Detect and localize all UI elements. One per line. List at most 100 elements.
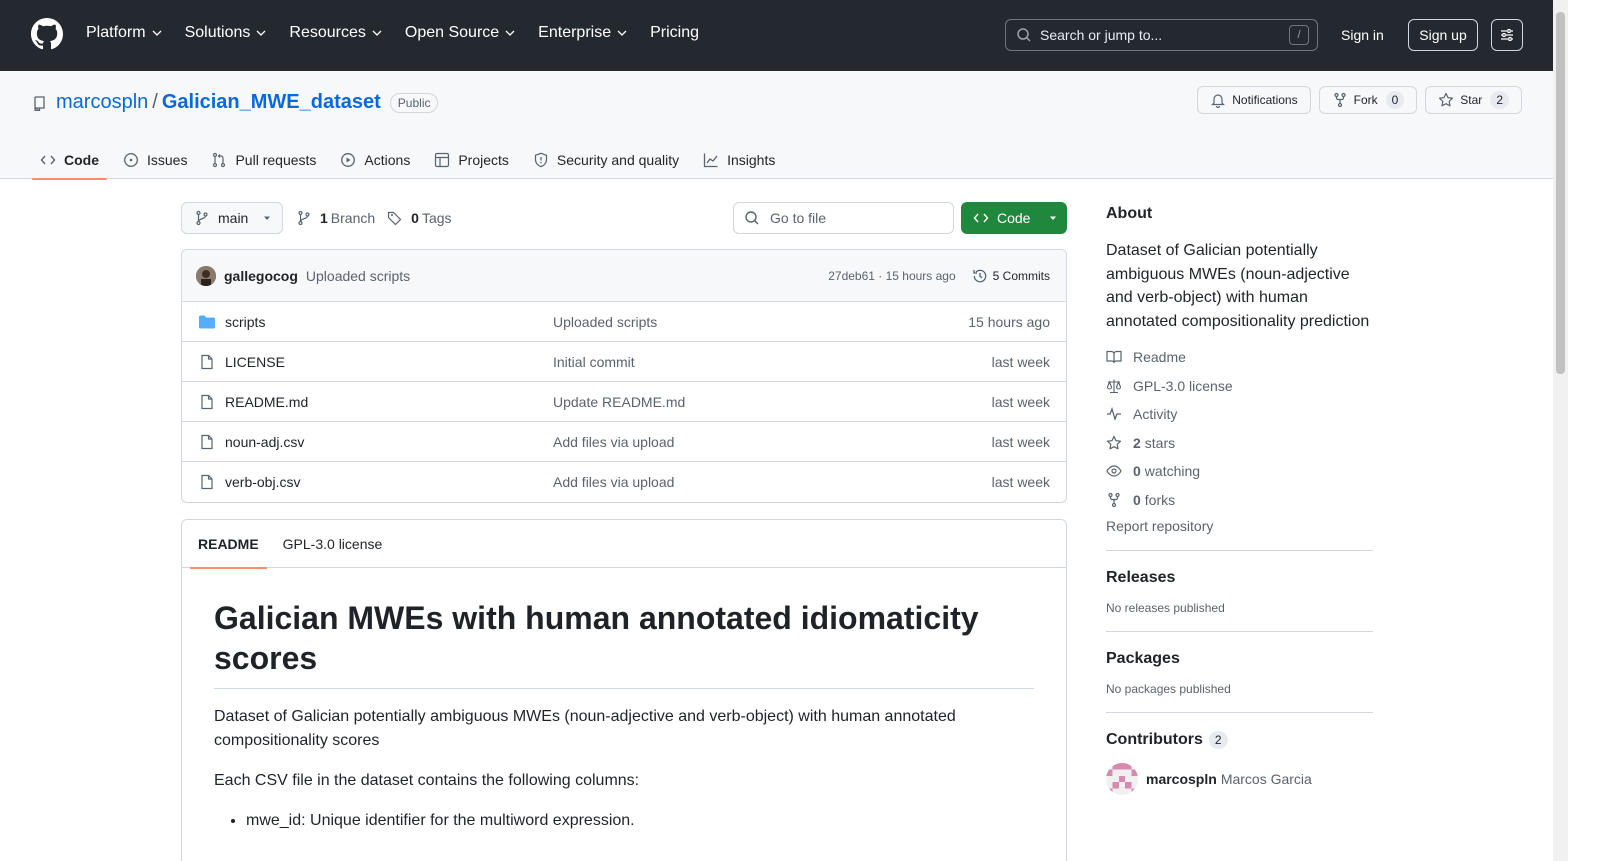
readme-panel: README GPL-3.0 license Galician MWEs wit… (181, 519, 1067, 861)
file-name-link[interactable]: README.md (225, 394, 553, 410)
nav-pricing[interactable]: Pricing (650, 24, 699, 42)
search-icon (745, 211, 759, 225)
file-commit-message[interactable]: Add files via upload (553, 474, 992, 490)
file-commit-message[interactable]: Initial commit (553, 354, 992, 370)
table-row[interactable]: scripts Uploaded scripts 15 hours ago (182, 302, 1066, 342)
nav-solutions[interactable]: Solutions (185, 24, 268, 42)
scrollbar-thumb[interactable] (1556, 12, 1565, 374)
readme-link-label: Readme (1133, 349, 1186, 366)
contributors-title[interactable]: Contributors (1106, 731, 1203, 749)
tab-readme[interactable]: README (190, 520, 267, 569)
nav-platform[interactable]: Platform (86, 24, 163, 42)
stars-link[interactable]: 2 stars (1106, 429, 1373, 458)
releases-section: Releases No releases published (1106, 550, 1373, 615)
chevron-down-icon (372, 30, 382, 36)
commit-message-link[interactable]: Uploaded scripts (306, 268, 828, 284)
history-icon (973, 269, 986, 282)
nav-open-source[interactable]: Open Source (405, 24, 516, 42)
bell-icon (1211, 94, 1226, 108)
nav-resources[interactable]: Resources (289, 24, 382, 42)
commits-history-link[interactable]: 5 Commits (972, 268, 1050, 284)
tab-projects[interactable]: Projects (426, 141, 517, 179)
file-name-link[interactable]: scripts (225, 314, 553, 330)
releases-title[interactable]: Releases (1106, 569, 1373, 587)
report-repository-link[interactable]: Report repository (1106, 518, 1373, 534)
tab-code[interactable]: Code (32, 141, 107, 180)
go-to-file-input[interactable]: Go to file (733, 202, 954, 234)
file-commit-message[interactable]: Add files via upload (553, 434, 992, 450)
license-link[interactable]: GPL-3.0 license (1106, 372, 1373, 401)
file-commit-message[interactable]: Uploaded scripts (553, 314, 968, 330)
avatar[interactable] (196, 265, 216, 286)
global-search-input[interactable]: Search or jump to... / (1005, 19, 1318, 51)
chevron-down-icon (505, 30, 515, 36)
readme-content: Galician MWEs with human annotated idiom… (182, 568, 1066, 833)
about-links: Readme GPL-3.0 license Activity 2 stars … (1106, 343, 1373, 514)
nav-pricing-label: Pricing (650, 24, 699, 41)
table-row[interactable]: LICENSE Initial commit last week (182, 342, 1066, 382)
tab-security[interactable]: Security and quality (525, 141, 687, 179)
author-avatar-icon (196, 265, 216, 286)
nav-solutions-label: Solutions (184, 24, 251, 41)
tab-insights[interactable]: Insights (695, 141, 783, 179)
chevron-down-icon (256, 30, 266, 36)
page-scrollbar[interactable] (1553, 0, 1568, 861)
caret-down-icon (264, 216, 271, 220)
commit-author-link[interactable]: gallegocog (224, 268, 298, 284)
file-name-link[interactable]: noun-adj.csv (225, 434, 553, 450)
file-icon (201, 434, 213, 449)
fork-icon (1334, 92, 1346, 108)
branch-select-button[interactable]: main (181, 202, 283, 234)
packages-title[interactable]: Packages (1106, 650, 1373, 668)
file-date: last week (991, 393, 1050, 410)
nav-resources-label: Resources (289, 24, 366, 41)
commit-meta[interactable]: 27deb61 · 15 hours ago (828, 269, 955, 283)
packages-empty: No packages published (1106, 682, 1231, 696)
file-commit-message[interactable]: Update README.md (553, 394, 992, 410)
file-name-link[interactable]: verb-obj.csv (225, 474, 553, 490)
forks-link[interactable]: 0 forks (1106, 486, 1373, 515)
table-row[interactable]: verb-obj.csv Add files via upload last w… (182, 462, 1066, 502)
avatar[interactable] (1106, 763, 1138, 795)
table-row[interactable]: README.md Update README.md last week (182, 382, 1066, 422)
tab-issues[interactable]: Issues (115, 141, 195, 179)
tab-actions[interactable]: Actions (332, 141, 418, 179)
nav-platform-label: Platform (86, 24, 146, 41)
watching-link[interactable]: 0 watching (1106, 457, 1373, 486)
readme-link[interactable]: Readme (1106, 343, 1373, 372)
activity-link-label: Activity (1133, 406, 1178, 423)
activity-link[interactable]: Activity (1106, 400, 1373, 429)
file-name-link[interactable]: LICENSE (225, 354, 553, 370)
commits-count: 5 Commits (992, 268, 1050, 283)
packages-section: Packages No packages published (1106, 631, 1373, 696)
table-row[interactable]: noun-adj.csv Add files via upload last w… (182, 422, 1066, 462)
fork-button[interactable]: Fork 0 (1318, 86, 1418, 114)
contributor-login[interactable]: marcospln (1146, 771, 1217, 787)
pull-request-icon (213, 152, 226, 168)
tag-count[interactable]: 0 (411, 210, 419, 226)
star-label: Star (1460, 93, 1483, 107)
slash-shortcut-key: / (1289, 25, 1309, 45)
tab-insights-label: Insights (727, 152, 776, 168)
sign-up-button[interactable]: Sign up (1408, 19, 1478, 51)
repo-name-link[interactable]: Galician_MWE_dataset (162, 91, 381, 114)
github-logo-icon[interactable] (31, 18, 63, 50)
code-icon (973, 213, 989, 223)
play-circle-icon (341, 153, 356, 167)
repo-owner-link[interactable]: marcospln (56, 91, 148, 114)
tab-license[interactable]: GPL-3.0 license (275, 520, 391, 568)
code-dropdown-button[interactable]: Code (961, 202, 1067, 234)
code-button-label: Code (997, 210, 1031, 226)
sign-in-link[interactable]: Sign in (1341, 27, 1384, 43)
nav-enterprise[interactable]: Enterprise (538, 24, 628, 42)
tag-label[interactable]: Tags (422, 210, 452, 226)
branch-label[interactable]: Branch (331, 210, 375, 226)
fork-count: 0 (1385, 91, 1405, 109)
tab-pull-requests[interactable]: Pull requests (203, 141, 324, 179)
list-item[interactable]: marcospln Marcos Garcia (1106, 763, 1373, 795)
branch-count[interactable]: 1 (320, 210, 328, 226)
star-button[interactable]: Star 2 (1425, 86, 1522, 114)
branch-icon (298, 210, 310, 226)
settings-menu-button[interactable] (1491, 19, 1523, 51)
notifications-button[interactable]: Notifications (1197, 86, 1311, 114)
